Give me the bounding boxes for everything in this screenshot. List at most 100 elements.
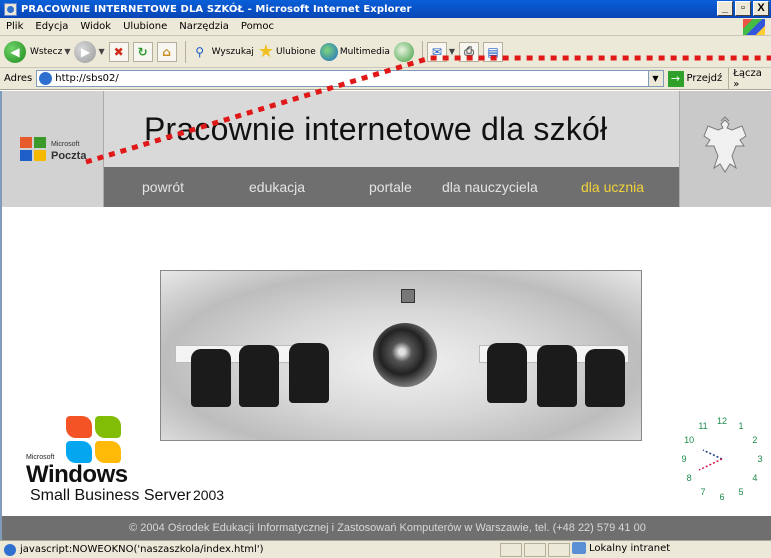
status-text: javascript:NOWEOKNO('naszaszkola/index.h…: [20, 544, 264, 555]
forward-arrow-icon: ▶: [74, 40, 97, 63]
clock-minute-hand: [698, 458, 723, 471]
nav-portals[interactable]: portale: [369, 179, 412, 195]
minimize-button[interactable]: _: [717, 1, 733, 16]
multimedia-button[interactable]: Multimedia: [319, 42, 390, 61]
menu-view[interactable]: Widok: [74, 21, 117, 32]
clock-numeral: 5: [738, 487, 743, 497]
analog-clock: 121234567891011: [681, 416, 762, 502]
sbs-text: Small Business Server 2003: [30, 487, 224, 505]
toolbar-separator-2: [421, 40, 423, 63]
chair-1: [191, 349, 231, 407]
go-arrow-icon: →: [667, 70, 684, 87]
menu-tools[interactable]: Narzędzia: [173, 21, 235, 32]
address-label: Adres: [4, 73, 33, 84]
menu-bar: Plik Edycja Widok Ulubione Narzędzia Pom…: [0, 18, 771, 36]
address-url: http://sbs02/: [55, 73, 119, 84]
links-label: Łącza: [733, 67, 762, 79]
nav-for-teacher[interactable]: dla nauczyciela: [442, 179, 538, 195]
address-dropdown-icon[interactable]: ▼: [647, 71, 663, 86]
chair-6: [585, 349, 625, 407]
clock-numeral: 11: [698, 421, 707, 431]
menu-favorites[interactable]: Ulubione: [117, 21, 173, 32]
clock-numeral: 3: [757, 454, 762, 464]
poczta-logo-link[interactable]: Microsoft Poczta: [2, 91, 104, 207]
search-icon: ⚲: [195, 44, 205, 59]
title-panel: Pracownie internetowe dla szkół: [104, 91, 679, 167]
intranet-icon: [572, 542, 586, 554]
clock-hour-hand: [702, 449, 723, 460]
multimedia-icon: [319, 42, 338, 61]
site-nav: powrót edukacja portale dla nauczyciela …: [104, 167, 679, 207]
home-button[interactable]: ⌂: [156, 41, 177, 62]
window-title: PRACOWNIE INTERNETOWE DLA SZKÓŁ - Micros…: [21, 3, 412, 15]
polish-eagle-icon: [703, 116, 747, 173]
nav-for-student[interactable]: dla ucznia: [581, 179, 644, 195]
search-button[interactable]: ⚲ Wyszukaj: [190, 42, 254, 62]
microsoft-office-icon: [20, 137, 48, 163]
refresh-button[interactable]: ↻: [132, 41, 153, 62]
panorama-globe: [373, 323, 437, 387]
toolbar-separator: [184, 40, 186, 63]
page-content: Microsoft Poczta Pracownie internetowe d…: [0, 91, 771, 540]
print-icon: ⎙: [459, 41, 480, 62]
windows-throbber-icon: [743, 19, 765, 35]
chair-4: [487, 343, 527, 403]
classroom-panorama[interactable]: [160, 270, 642, 441]
site-header: Microsoft Poczta Pracownie internetowe d…: [2, 91, 771, 207]
clock-numeral: 6: [719, 492, 724, 502]
window-controls: _ ▫ X: [717, 1, 769, 16]
edit-button[interactable]: ▤: [483, 41, 504, 62]
menu-help[interactable]: Pomoc: [235, 21, 280, 32]
page-icon: [39, 72, 53, 85]
chair-2: [239, 345, 279, 407]
history-button[interactable]: [393, 41, 414, 62]
multimedia-label: Multimedia: [339, 46, 390, 57]
stop-button[interactable]: ✖: [108, 41, 129, 62]
security-zone: Lokalny intranet: [572, 542, 670, 554]
address-bar: Adres http://sbs02/ ▼ → Przejdź Łącza »: [0, 67, 771, 90]
clock-numeral: 12: [717, 416, 727, 426]
footer-text: © 2004 Ośrodek Edukacji Informatycznej i…: [129, 522, 646, 534]
print-button[interactable]: ⎙: [459, 41, 480, 62]
favorites-button[interactable]: ★ Ulubione: [258, 41, 316, 62]
ie-icon: [4, 2, 17, 16]
go-button[interactable]: → Przejdź: [667, 70, 722, 87]
logo-poczta-text: Poczta: [51, 150, 87, 162]
windows-flag-icon: [66, 416, 124, 466]
emblem-box: [679, 91, 771, 207]
mail-button[interactable]: ✉ ▼: [426, 41, 455, 62]
chair-3: [289, 343, 329, 403]
nav-back[interactable]: powrót: [142, 179, 184, 195]
clock-numeral: 9: [681, 454, 686, 464]
clock-numeral: 8: [687, 473, 692, 483]
status-panels: [500, 543, 570, 557]
panorama-small-icon: [401, 289, 415, 303]
sbs-product: Small Business Server: [30, 487, 191, 504]
nav-education[interactable]: edukacja: [249, 179, 305, 195]
menu-file[interactable]: Plik: [0, 21, 29, 32]
back-dropdown-icon[interactable]: ▼: [64, 47, 70, 56]
mail-dropdown-icon[interactable]: ▼: [449, 47, 455, 56]
clock-numeral: 10: [684, 435, 694, 445]
back-button[interactable]: ◀ Wstecz ▼: [4, 40, 70, 63]
menu-edit[interactable]: Edycja: [29, 21, 74, 32]
edit-page-icon: ▤: [483, 41, 504, 62]
forward-button[interactable]: ▶ ▼: [74, 40, 105, 63]
forward-dropdown-icon[interactable]: ▼: [98, 47, 104, 56]
site-footer: © 2004 Ośrodek Edukacji Informatycznej i…: [2, 516, 771, 540]
site-title: Pracownie internetowe dla szkół: [144, 111, 608, 147]
back-label: Wstecz: [30, 46, 63, 57]
clock-numeral: 2: [752, 435, 757, 445]
clock-numeral: 7: [700, 487, 705, 497]
status-bar: javascript:NOWEOKNO('naszaszkola/index.h…: [0, 540, 771, 558]
browser-window: PRACOWNIE INTERNETOWE DLA SZKÓŁ - Micros…: [0, 0, 771, 558]
home-icon: ⌂: [156, 41, 177, 62]
status-page-icon: [4, 543, 16, 556]
maximize-button[interactable]: ▫: [735, 1, 751, 16]
links-button[interactable]: Łącza »: [728, 67, 771, 90]
stop-icon: ✖: [108, 41, 129, 62]
windows-microsoft-text: Microsoft: [26, 454, 55, 461]
search-label: Wyszukaj: [211, 46, 254, 57]
close-button[interactable]: X: [753, 1, 769, 16]
address-input[interactable]: http://sbs02/ ▼: [36, 70, 664, 87]
